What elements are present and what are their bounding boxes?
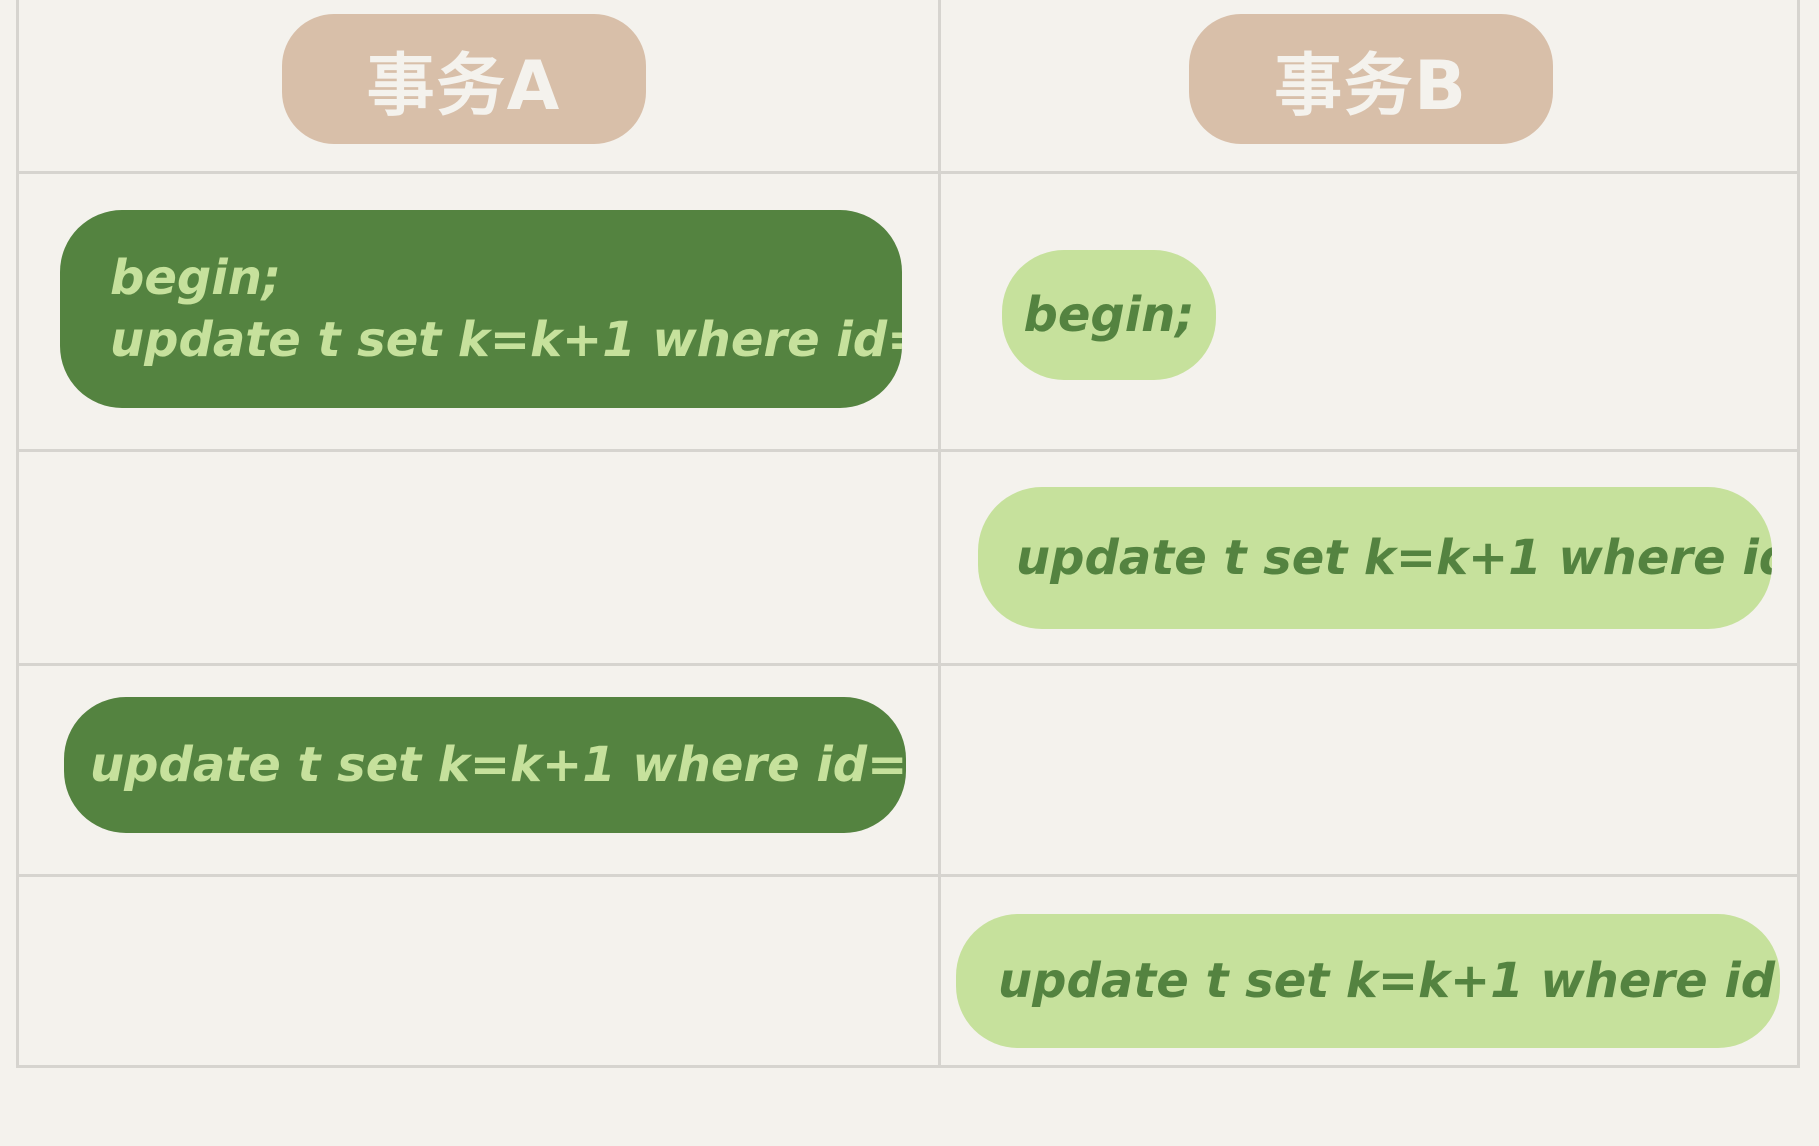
header-transaction-a-label: 事务A	[366, 46, 562, 126]
row-divider	[19, 171, 1797, 174]
row-divider	[19, 663, 1797, 666]
column-divider	[938, 0, 941, 1065]
statement-text: update t set k=k+1 where id=1;	[110, 312, 902, 368]
header-transaction-a: 事务A	[282, 14, 646, 144]
statement-text: begin;	[110, 249, 282, 306]
row-divider	[19, 449, 1797, 452]
statement-text: update t set k=k+1 where id=2;	[90, 737, 906, 793]
statement-text: update t set k=k+1 where id=1;	[998, 953, 1780, 1009]
step2-transaction-b-statement: update t set k=k+1 where id=2;	[978, 487, 1772, 629]
step3-transaction-a-statement: update t set k=k+1 where id=2;	[64, 697, 906, 833]
step4-transaction-b-statement: update t set k=k+1 where id=1;	[956, 914, 1780, 1048]
header-transaction-b-label: 事务B	[1274, 46, 1468, 126]
step1-transaction-a-statements: begin; update t set k=k+1 where id=1;	[60, 210, 902, 408]
header-transaction-b: 事务B	[1189, 14, 1553, 144]
step1-transaction-b-statement: begin;	[1002, 250, 1216, 380]
row-divider	[19, 874, 1797, 877]
statement-text: begin;	[1023, 287, 1195, 343]
statement-text: update t set k=k+1 where id=2;	[1016, 530, 1772, 586]
